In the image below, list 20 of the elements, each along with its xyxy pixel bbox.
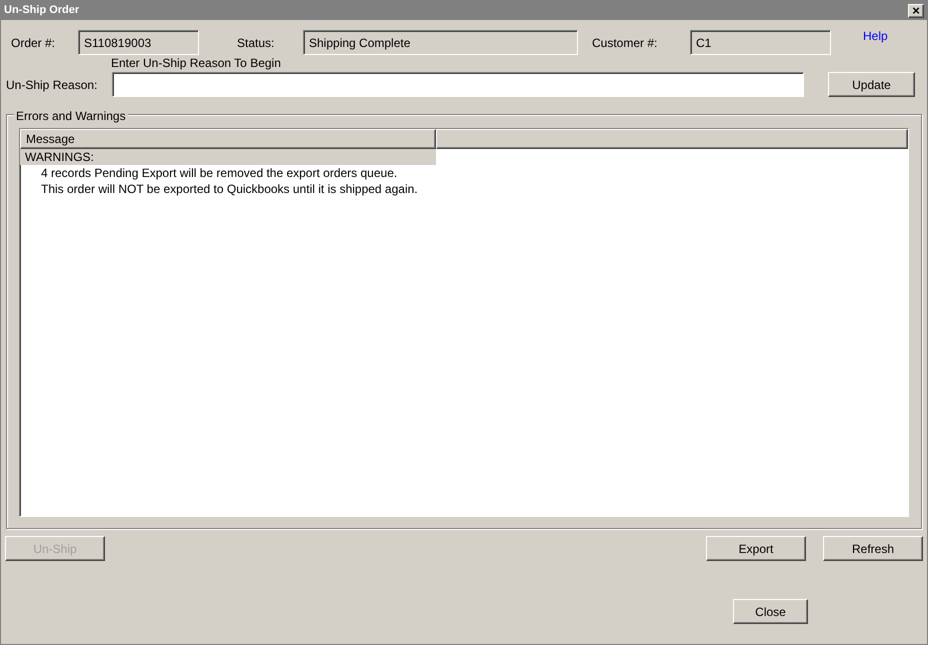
read-only-field: C1 — [690, 30, 831, 55]
field-label: Order #: — [11, 34, 56, 52]
column-header[interactable]: Message — [20, 129, 436, 149]
hint-text: Enter Un-Ship Reason To Begin — [111, 55, 282, 70]
close-button[interactable]: × — [908, 4, 924, 18]
window-title: Un-Ship Order — [4, 3, 80, 18]
update-button[interactable]: Update — [828, 72, 915, 97]
field-label: Customer #: — [592, 34, 658, 52]
refresh-button[interactable]: Refresh — [823, 536, 923, 561]
help-link[interactable]: Help — [863, 27, 888, 45]
reason-field[interactable] — [112, 72, 804, 97]
export-button[interactable]: Export — [706, 536, 806, 561]
field-label: Un-Ship Reason: — [6, 76, 98, 94]
message-row[interactable]: WARNINGS: — [20, 149, 436, 165]
close-dialog-button[interactable]: Close — [733, 599, 808, 624]
read-only-field: S110819003 — [78, 30, 199, 55]
message-row[interactable]: 4 records Pending Export will be removed the export orders queue. — [20, 165, 436, 181]
field-label: Status: — [237, 34, 276, 52]
read-only-field: Shipping Complete — [303, 30, 578, 55]
message-row[interactable]: This order will NOT be exported to Quickbooks until it is shipped again. — [20, 181, 436, 197]
